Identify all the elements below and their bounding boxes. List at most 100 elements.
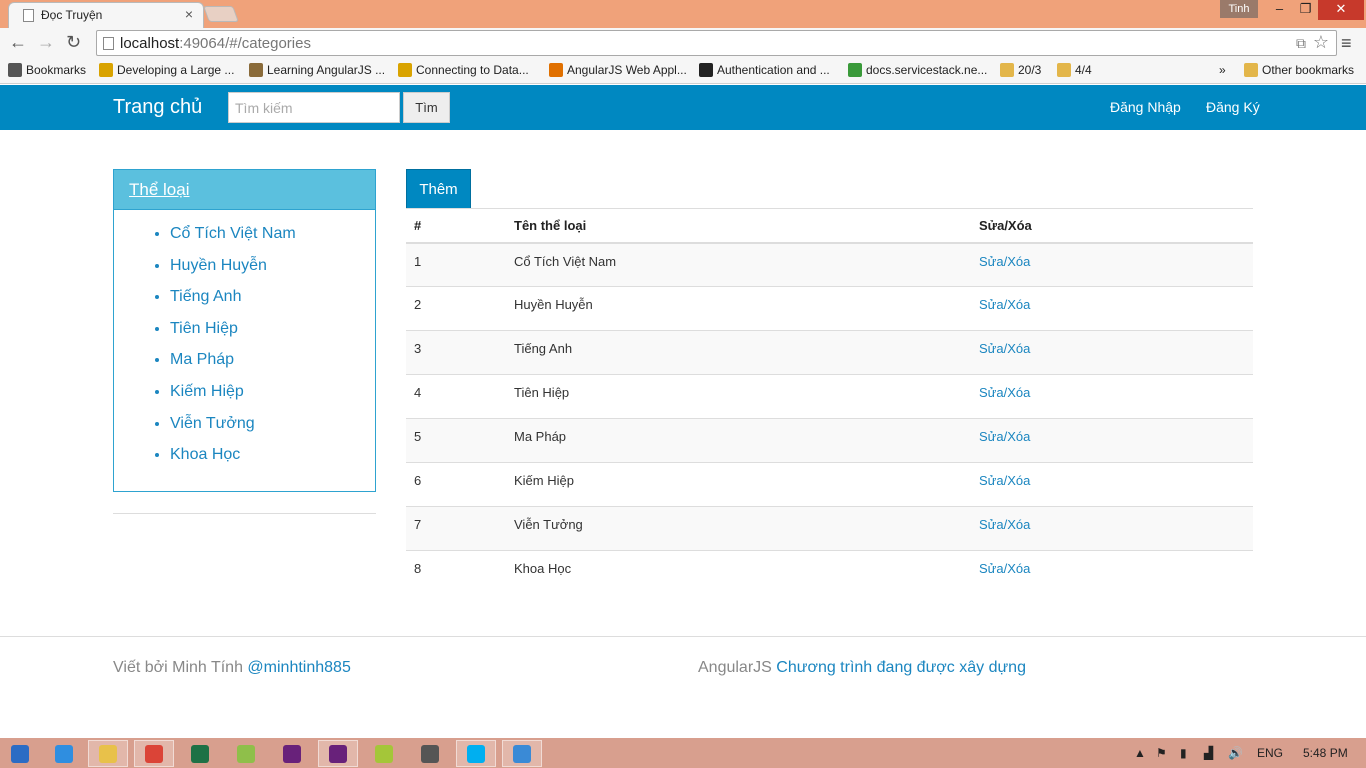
- row-actions: Sửa/Xóa: [971, 462, 1253, 507]
- row-number: 2: [406, 286, 506, 331]
- profile-badge[interactable]: Tinh: [1220, 0, 1258, 18]
- taskbar-app[interactable]: [410, 740, 450, 767]
- calculator-icon: [421, 744, 439, 763]
- footer-credit: Viết bởi Minh Tính @minhtinh885: [113, 659, 351, 676]
- bookmark-star-icon[interactable]: ☆: [1313, 32, 1329, 53]
- table-row: 7 Viễn Tưởng Sửa/Xóa: [406, 506, 1253, 551]
- notepad-icon: [237, 744, 255, 763]
- row-actions: Sửa/Xóa: [971, 242, 1253, 287]
- taskbar-app[interactable]: [88, 740, 128, 767]
- tray-overflow-icon[interactable]: ▲: [1134, 746, 1146, 760]
- volume-icon[interactable]: 🔊: [1228, 746, 1243, 760]
- column-header: Tên thể loại: [506, 208, 971, 244]
- author-link[interactable]: @minhtinh885: [247, 659, 350, 676]
- table-row: 2 Huyền Huyễn Sửa/Xóa: [406, 286, 1253, 331]
- taskbar-app[interactable]: [180, 740, 220, 767]
- footer-divider: [0, 636, 1366, 637]
- status-link[interactable]: Chương trình đang được xây dựng: [776, 659, 1026, 676]
- category-item[interactable]: Huyền Huyễn: [170, 257, 296, 289]
- category-heading-link[interactable]: Thể loại: [129, 180, 189, 199]
- taskbar-app[interactable]: [318, 740, 358, 767]
- clock[interactable]: 5:48 PM: [1303, 746, 1348, 760]
- row-number: 7: [406, 506, 506, 551]
- category-name: Tiếng Anh: [506, 330, 971, 375]
- taskbar-app[interactable]: [364, 740, 404, 767]
- category-table: # Tên thể loại Sửa/Xóa 1 Cổ Tích Việt Nam…: [406, 208, 1253, 595]
- edit-delete-link[interactable]: Sửa/Xóa: [979, 517, 1030, 532]
- maximize-button[interactable]: ❐: [1292, 0, 1319, 20]
- bookmark-item[interactable]: Authentication and ...: [699, 63, 830, 77]
- category-item[interactable]: Cổ Tích Việt Nam: [170, 225, 296, 257]
- edit-delete-link[interactable]: Sửa/Xóa: [979, 297, 1030, 312]
- category-item[interactable]: Khoa Học: [170, 446, 296, 478]
- row-actions: Sửa/Xóa: [971, 286, 1253, 331]
- taskbar-app[interactable]: [44, 740, 84, 767]
- category-item[interactable]: Kiếm Hiệp: [170, 383, 296, 415]
- bookmark-item[interactable]: Bookmarks: [8, 63, 86, 77]
- home-link[interactable]: Trang chủ: [113, 96, 202, 119]
- bookmark-item[interactable]: 4/4: [1057, 63, 1092, 77]
- taskbar-app[interactable]: [226, 740, 266, 767]
- category-item[interactable]: Tiên Hiệp: [170, 320, 296, 352]
- bookmark-item[interactable]: 20/3: [1000, 63, 1041, 77]
- search-button[interactable]: Tìm: [403, 92, 450, 123]
- folder-icon: [1000, 63, 1014, 77]
- minimize-button[interactable]: –: [1266, 0, 1293, 20]
- bookmark-item[interactable]: Developing a Large ...: [99, 63, 234, 77]
- other-bookmarks[interactable]: Other bookmarks: [1244, 63, 1354, 77]
- edit-delete-link[interactable]: Sửa/Xóa: [979, 385, 1030, 400]
- login-link[interactable]: Đăng Nhập: [1110, 99, 1181, 115]
- edit-delete-link[interactable]: Sửa/Xóa: [979, 429, 1030, 444]
- taskbar-app[interactable]: [456, 740, 496, 767]
- browser-tab[interactable]: Đọc Truyện ×: [8, 2, 204, 28]
- category-name: Viễn Tưởng: [506, 506, 971, 551]
- bookmark-item[interactable]: docs.servicestack.ne...: [848, 63, 987, 77]
- back-icon[interactable]: ←: [9, 32, 27, 52]
- forward-icon[interactable]: →: [37, 32, 55, 52]
- address-bar[interactable]: localhost:49064/#/categories ⧉ ☆: [96, 30, 1337, 56]
- taskbar-app[interactable]: [272, 740, 312, 767]
- translate-icon[interactable]: ⧉: [1296, 35, 1306, 52]
- folder-icon: [1057, 63, 1071, 77]
- edit-delete-link[interactable]: Sửa/Xóa: [979, 341, 1030, 356]
- bookmark-item[interactable]: Learning AngularJS ...: [249, 63, 385, 77]
- signal-icon[interactable]: ▟: [1204, 746, 1213, 760]
- column-header: #: [406, 208, 506, 244]
- bookmarks-overflow-button[interactable]: »: [1219, 63, 1226, 77]
- column-header: Sửa/Xóa: [971, 208, 1253, 244]
- taskbar-app[interactable]: [0, 740, 40, 767]
- visual-studio-icon: [329, 744, 347, 763]
- register-link[interactable]: Đăng Ký: [1206, 99, 1260, 115]
- edit-delete-link[interactable]: Sửa/Xóa: [979, 561, 1030, 576]
- battery-icon[interactable]: ▮: [1180, 746, 1187, 760]
- flag-icon[interactable]: ⚑: [1156, 746, 1167, 760]
- tab-close-icon[interactable]: ×: [185, 6, 193, 22]
- taskbar-app[interactable]: [502, 740, 542, 767]
- edit-delete-link[interactable]: Sửa/Xóa: [979, 473, 1030, 488]
- windows-taskbar: ▲ ⚑ ▮ ▟ 🔊 ENG 5:48 PM: [0, 738, 1366, 768]
- close-window-button[interactable]: ✕: [1318, 0, 1364, 20]
- language-indicator[interactable]: ENG: [1257, 746, 1283, 760]
- category-item[interactable]: Tiếng Anh: [170, 288, 296, 320]
- category-item[interactable]: Viễn Tưởng: [170, 415, 296, 447]
- github-icon: [699, 63, 713, 77]
- table-row: 1 Cổ Tích Việt Nam Sửa/Xóa: [406, 242, 1253, 287]
- taskbar-app[interactable]: [134, 740, 174, 767]
- reload-icon[interactable]: ↻: [66, 32, 81, 52]
- category-name: Cổ Tích Việt Nam: [506, 242, 971, 287]
- category-item[interactable]: Ma Pháp: [170, 351, 296, 383]
- chrome-menu-icon[interactable]: ≡: [1341, 33, 1352, 54]
- servicestack-icon: [848, 63, 862, 77]
- bookmark-item[interactable]: AngularJS Web Appl...: [549, 63, 687, 77]
- category-name: Kiếm Hiệp: [506, 462, 971, 507]
- new-tab-button[interactable]: [203, 6, 239, 22]
- add-category-button[interactable]: Thêm: [406, 169, 471, 209]
- browser-tab-strip: Đọc Truyện × Tinh – ❐ ✕: [0, 0, 1366, 28]
- chrome-icon: [145, 744, 163, 763]
- windows-start-icon: [11, 744, 29, 763]
- search-input[interactable]: [228, 92, 400, 123]
- edit-delete-link[interactable]: Sửa/Xóa: [979, 254, 1030, 269]
- bookmark-item[interactable]: Connecting to Data...: [398, 63, 529, 77]
- table-row: 6 Kiếm Hiệp Sửa/Xóa: [406, 462, 1253, 507]
- row-actions: Sửa/Xóa: [971, 374, 1253, 419]
